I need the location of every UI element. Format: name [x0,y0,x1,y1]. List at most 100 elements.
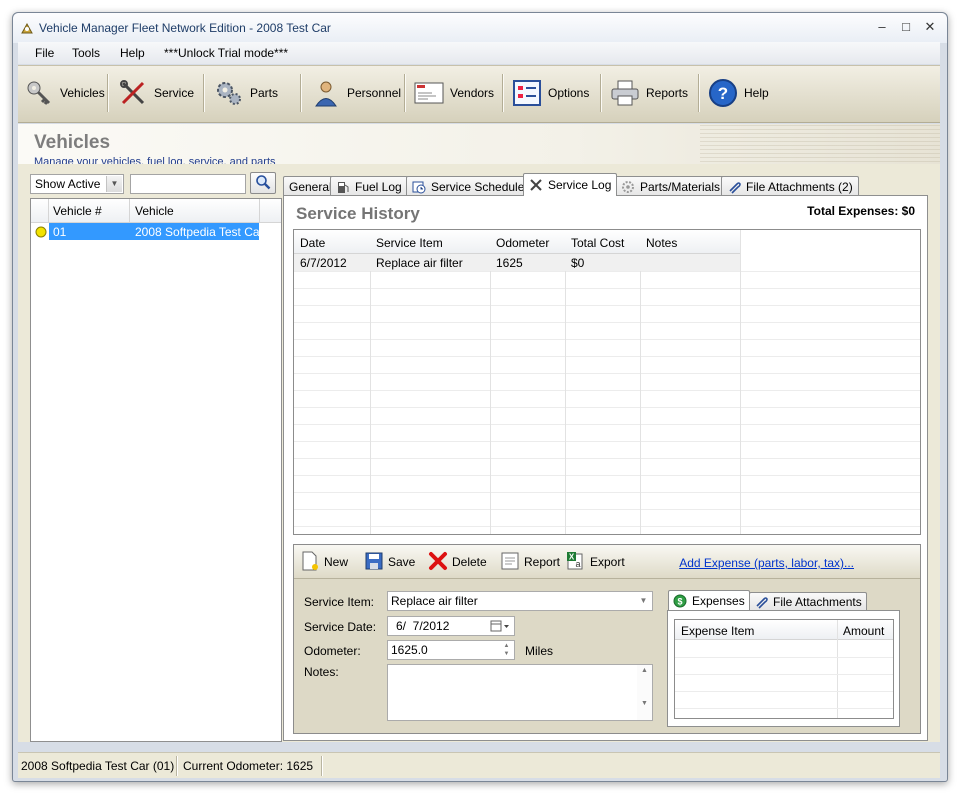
column-header-notes[interactable]: Notes [646,236,677,250]
spin-arrows-icon[interactable]: ▲ ▼ [500,642,513,658]
vehicle-search-button[interactable] [250,172,276,194]
vehicle-list-header: Vehicle # Vehicle [31,199,281,223]
chevron-down-icon[interactable]: ▼ [636,593,651,609]
parts-label: Parts [250,86,279,100]
svg-text:X: X [569,552,575,561]
chevron-down-icon[interactable]: ▼ [106,176,122,192]
tab-file-attachments-label: File Attachments (2) [746,179,853,194]
toolbar-divider [107,74,108,112]
close-button[interactable]: ✕ [921,19,939,35]
cell-service-item: Replace air filter [376,256,463,270]
help-button[interactable]: ? Help [708,72,769,114]
column-header-service-item[interactable]: Service Item [376,236,443,250]
menu-tools[interactable]: Tools [72,46,100,60]
menu-help[interactable]: Help [120,46,145,60]
tab-expense-file-attachments[interactable]: File Attachments [749,592,867,610]
column-header-amount[interactable]: Amount [843,624,884,638]
tab-file-attachments[interactable]: File Attachments (2) [721,176,859,196]
vendors-label: Vendors [450,86,495,100]
column-header-total-cost[interactable]: Total Cost [571,236,624,250]
report-button[interactable]: Report [500,551,560,573]
svg-text:a: a [575,559,580,569]
paperclip-icon [727,180,741,194]
column-header-vehicle[interactable]: Vehicle [135,204,174,218]
vehicle-search-input[interactable] [130,174,246,194]
minimize-button[interactable]: – [873,19,891,35]
vehicle-number: 01 [53,225,67,239]
tab-expenses-label: Expenses [692,593,745,608]
business-card-icon [414,78,444,108]
person-icon [311,78,341,108]
save-button[interactable]: Save [364,551,415,573]
vehicle-list: Vehicle # Vehicle 01 2008 Softpedia Test… [30,198,282,742]
search-icon [255,174,271,193]
menu-file[interactable]: File [35,46,54,60]
service-history-grid[interactable]: Date Service Item Odometer Total Cost No… [293,229,921,535]
status-divider [321,756,322,776]
service-date-value: 6/ 7/2012 [396,619,450,633]
vehicle-filter-select[interactable]: Show Active ▼ [30,174,124,194]
tab-service-log[interactable]: Service Log [523,173,618,196]
main-toolbar: Vehicles Service Parts Personnel Vendors… [18,65,940,123]
options-label: Options [548,86,590,100]
toolbar-divider [502,74,503,112]
keys-icon [24,78,54,108]
tab-parts-materials[interactable]: Parts/Materials [615,176,727,196]
add-expense-link[interactable]: Add Expense (parts, labor, tax)... [679,556,854,570]
notes-textarea[interactable] [387,664,653,721]
export-button[interactable]: Xa Export [566,551,625,573]
service-history-header: Date Service Item Odometer Total Cost No… [294,230,740,254]
expense-grid-header: Expense Item Amount [675,620,893,718]
expense-grid[interactable]: Expense Item Amount [674,619,894,719]
cell-date: 6/7/2012 [300,256,347,270]
calendar-icon[interactable] [490,619,510,636]
status-vehicle: 2008 Softpedia Test Car (01) [21,759,175,773]
vehicles-button[interactable]: Vehicles [24,72,105,114]
notes-scrollbar[interactable]: ▲ ▼ [637,665,652,720]
column-header-odometer[interactable]: Odometer [496,236,549,250]
toolbar-divider [698,74,699,112]
reports-label: Reports [646,86,689,100]
new-button[interactable]: New [300,551,348,573]
service-date-picker[interactable]: 6/ 7/2012 [387,616,515,636]
menu-unlock-trial[interactable]: ***Unlock Trial mode*** [164,46,288,60]
report-label: Report [524,555,561,569]
vehicle-row[interactable]: 01 2008 Softpedia Test Car [31,223,281,240]
service-item-combo[interactable]: Replace air filter ▼ [387,591,653,611]
odometer-input[interactable]: 1625.0 ▲ ▼ [387,640,515,660]
options-button[interactable]: Options [512,72,589,114]
vehicle-name: 2008 Softpedia Test Car [135,225,264,239]
delete-label: Delete [452,555,487,569]
tab-service-schedule[interactable]: Service Schedule [406,176,531,196]
delete-button[interactable]: Delete [428,551,487,573]
export-label: Export [590,555,625,569]
odometer-value: 1625.0 [391,643,428,657]
svg-text:$: $ [677,596,682,606]
odometer-label: Odometer: [304,644,361,658]
tab-fuel-log[interactable]: Fuel Log [330,176,408,196]
cell-total-cost: $0 [571,256,585,270]
report-document-icon [500,551,520,574]
new-document-icon [300,551,320,574]
parts-button[interactable]: Parts [214,72,278,114]
column-header-date[interactable]: Date [300,236,325,250]
table-row[interactable]: 6/7/2012 Replace air filter 1625 $0 [294,254,740,271]
vendors-button[interactable]: Vendors [414,72,494,114]
tools-icon [529,178,543,192]
gears-icon [214,78,244,108]
svg-text:?: ? [718,84,728,103]
maximize-button[interactable]: □ [897,19,915,35]
toolbar-divider [300,74,301,112]
service-detail-panel: New Save Delete Report Xa Export Add Exp… [293,544,921,734]
reports-button[interactable]: Reports [610,72,688,114]
column-header-expense-item[interactable]: Expense Item [681,624,754,638]
toolbar-divider [404,74,405,112]
gear-icon [621,180,635,194]
tab-expenses[interactable]: $ Expenses [668,590,750,610]
service-button[interactable]: Service [118,72,194,114]
service-item-value: Replace air filter [391,594,478,608]
title-bar[interactable]: Vehicle Manager Fleet Network Edition - … [13,13,947,43]
personnel-button[interactable]: Personnel [311,72,401,114]
column-header-vehicle-number[interactable]: Vehicle # [53,204,102,218]
money-icon: $ [673,594,687,608]
